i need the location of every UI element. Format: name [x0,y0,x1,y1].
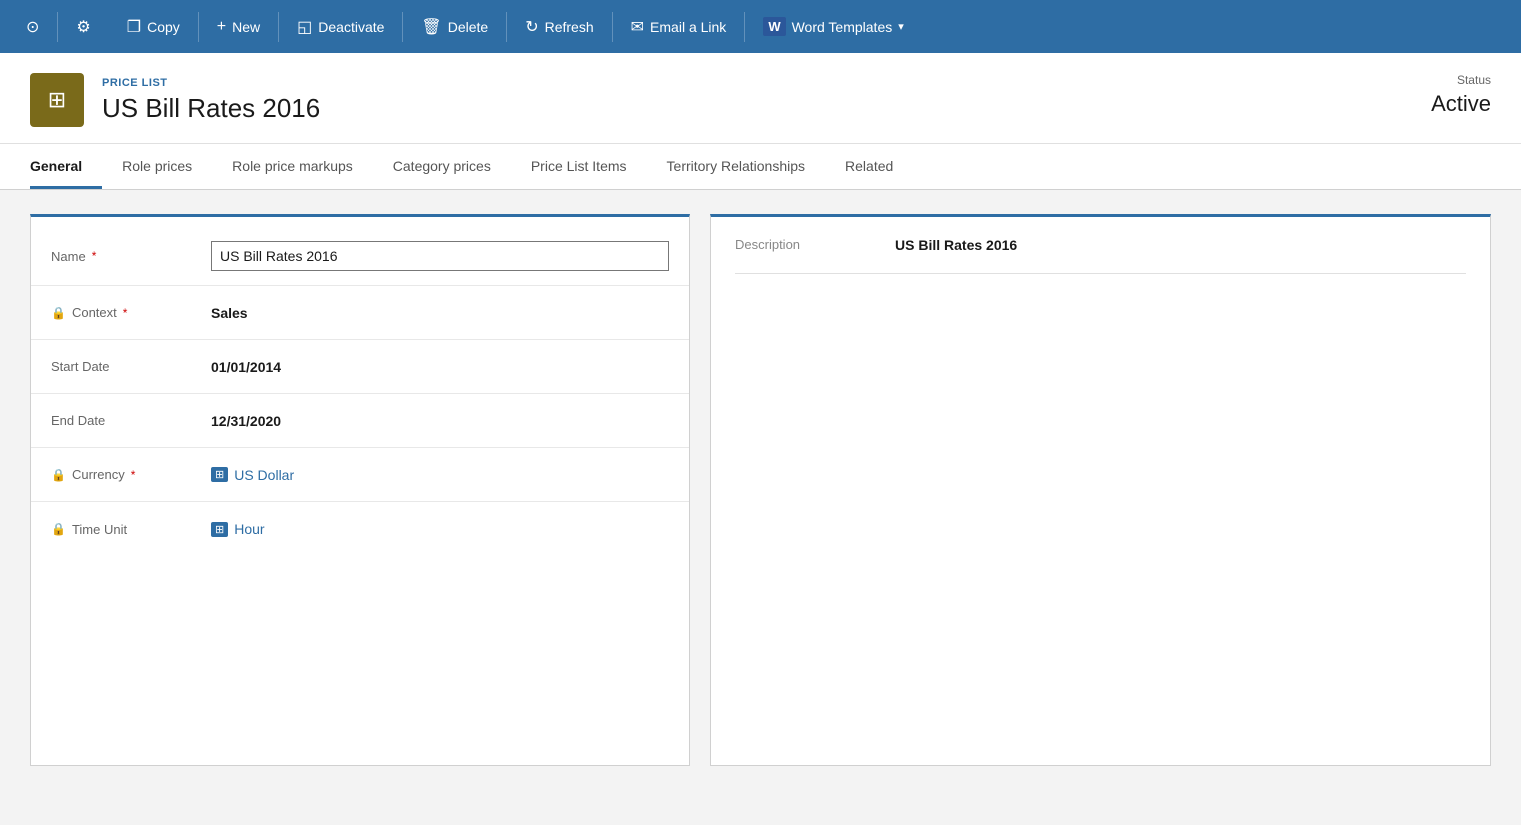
copy-button[interactable]: ❐ Copy [109,0,198,53]
home-icon: ⊙ [26,17,39,37]
end-date-field-row: End Date 12/31/2020 [31,394,689,448]
name-required-star: * [92,249,97,263]
start-date-value: 01/01/2014 [211,359,281,375]
tab-territory-relationships[interactable]: Territory Relationships [647,144,826,189]
home-button[interactable]: ⊙ [8,0,57,53]
entity-icon: ⊞ [30,73,84,127]
refresh-icon: ↻ [525,17,538,37]
form-panel-right: Description US Bill Rates 2016 [710,214,1491,766]
tab-related[interactable]: Related [825,144,913,189]
tab-role-prices[interactable]: Role prices [102,144,212,189]
name-field-row: Name * [31,227,689,286]
delete-button[interactable]: 🗑 Delete [403,0,506,53]
time-unit-link[interactable]: ⊞ Hour [211,521,669,537]
email-link-button[interactable]: ✉ Email a Link [613,0,745,53]
description-row: Description US Bill Rates 2016 [735,237,1466,274]
currency-link[interactable]: ⊞ US Dollar [211,467,669,483]
entity-name: US Bill Rates 2016 [102,93,320,124]
end-date-label: End Date [51,413,211,428]
settings-button[interactable]: ⚙ [58,0,108,53]
context-label: 🔒 Context * [51,305,211,320]
context-lock-icon: 🔒 [51,306,66,320]
status-label: Status [1431,73,1491,87]
tab-category-prices[interactable]: Category prices [373,144,511,189]
context-required-star: * [123,306,128,320]
form-panel-left: Name * 🔒 Context * Sales Start Date [30,214,690,766]
entity-label: PRICE LIST [102,77,320,89]
status-value: Active [1431,91,1491,117]
name-field-value [211,241,669,271]
copy-icon: ❐ [127,17,141,37]
time-unit-lock-icon: 🔒 [51,522,66,536]
header-status: Status Active [1431,73,1491,133]
context-field-row: 🔒 Context * Sales [31,286,689,340]
description-label: Description [735,237,855,253]
settings-icon: ⚙ [76,17,90,37]
description-value: US Bill Rates 2016 [895,237,1017,253]
deactivate-icon: ◱ [297,17,312,37]
main-content: Name * 🔒 Context * Sales Start Date [0,190,1521,790]
header-left: ⊞ PRICE LIST US Bill Rates 2016 [30,73,320,143]
chevron-down-icon: ▾ [898,20,904,33]
delete-icon: 🗑 [421,17,441,37]
context-field-value: Sales [211,305,669,321]
start-date-field-row: Start Date 01/01/2014 [31,340,689,394]
name-label: Name * [51,249,211,264]
start-date-field-value: 01/01/2014 [211,359,669,375]
currency-field-row: 🔒 Currency * ⊞ US Dollar [31,448,689,502]
tabs-bar: General Role prices Role price markups C… [0,144,1521,190]
time-unit-link-icon: ⊞ [211,522,228,537]
tab-general[interactable]: General [30,144,102,189]
tab-price-list-items[interactable]: Price List Items [511,144,647,189]
new-button[interactable]: + New [199,0,278,53]
currency-required-star: * [131,468,136,482]
refresh-button[interactable]: ↻ Refresh [507,0,611,53]
end-date-value: 12/31/2020 [211,413,281,429]
word-templates-button[interactable]: W Word Templates ▾ [745,0,921,53]
currency-link-icon: ⊞ [211,467,228,482]
currency-label: 🔒 Currency * [51,467,211,482]
toolbar: ⊙ ⚙ ❐ Copy + New ◱ Deactivate 🗑 Delete ↻… [0,0,1521,53]
start-date-label: Start Date [51,359,211,374]
email-icon: ✉ [631,17,644,37]
header: ⊞ PRICE LIST US Bill Rates 2016 Status A… [0,53,1521,144]
tab-role-price-markups[interactable]: Role price markups [212,144,373,189]
currency-field-value: ⊞ US Dollar [211,467,669,483]
new-icon: + [217,18,226,36]
end-date-field-value: 12/31/2020 [211,413,669,429]
deactivate-button[interactable]: ◱ Deactivate [279,0,402,53]
currency-lock-icon: 🔒 [51,468,66,482]
context-value: Sales [211,305,248,321]
word-icon: W [763,17,785,36]
name-input[interactable] [211,241,669,271]
entity-info: PRICE LIST US Bill Rates 2016 [102,77,320,124]
time-unit-label: 🔒 Time Unit [51,522,211,537]
time-unit-field-row: 🔒 Time Unit ⊞ Hour [31,502,689,556]
time-unit-field-value: ⊞ Hour [211,521,669,537]
